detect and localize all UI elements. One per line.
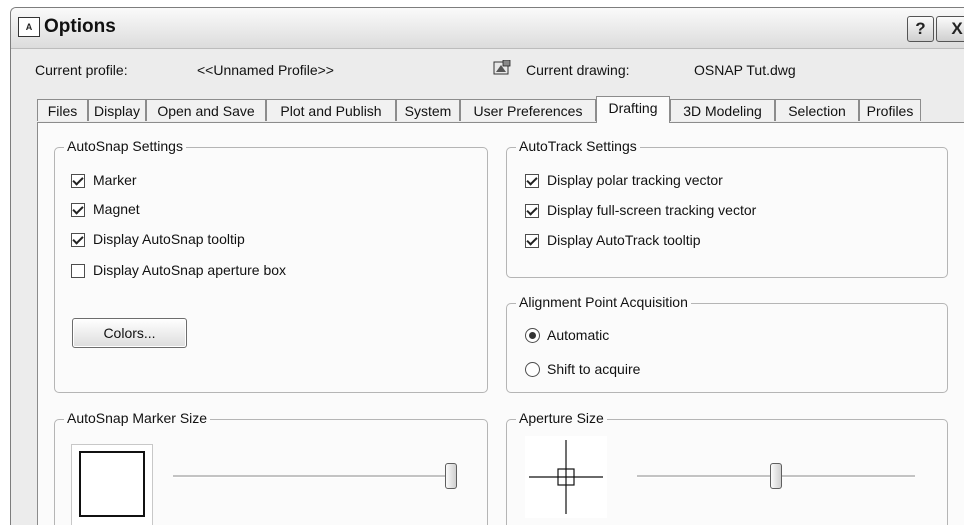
autosnap-tooltip-label: Display AutoSnap tooltip	[93, 231, 245, 247]
aperture-box-checkbox[interactable]	[71, 264, 85, 278]
shift-to-acquire-radio[interactable]	[525, 362, 540, 377]
close-button[interactable]: X	[936, 16, 964, 42]
autosnap-tooltip-checkbox[interactable]	[71, 233, 85, 247]
marker-square-icon	[79, 451, 145, 517]
autotrack-tooltip-label: Display AutoTrack tooltip	[547, 232, 701, 248]
shift-to-acquire-label: Shift to acquire	[547, 361, 641, 377]
autotrack-settings-group: AutoTrack Settings Display polar trackin…	[506, 138, 948, 278]
aperture-size-group: Aperture Size	[506, 410, 948, 525]
alignment-acquisition-group: Alignment Point Acquisition Automatic Sh…	[506, 294, 948, 393]
drawing-file-icon	[493, 60, 511, 75]
autocad-app-icon: A	[18, 17, 40, 37]
marker-size-slider-track[interactable]	[173, 475, 457, 478]
aperture-crosshair-icon	[525, 436, 607, 518]
tab-user-preferences[interactable]: User Preferences	[460, 99, 596, 121]
polar-tracking-label: Display polar tracking vector	[547, 172, 723, 188]
tab-system[interactable]: System	[396, 99, 460, 121]
marker-size-group: AutoSnap Marker Size	[54, 410, 488, 525]
autosnap-settings-title: AutoSnap Settings	[64, 138, 186, 154]
current-profile-value: <<Unnamed Profile>>	[197, 62, 334, 78]
tab-plot-and-publish[interactable]: Plot and Publish	[266, 99, 396, 121]
automatic-label: Automatic	[547, 327, 610, 343]
marker-size-title: AutoSnap Marker Size	[64, 410, 211, 426]
tab-profiles[interactable]: Profiles	[859, 99, 921, 121]
tab-files[interactable]: Files	[37, 99, 88, 121]
automatic-radio[interactable]	[525, 328, 540, 343]
marker-size-preview	[71, 444, 153, 525]
marker-size-slider-thumb[interactable]	[445, 463, 457, 489]
tab-drafting[interactable]: Drafting	[596, 96, 670, 123]
aperture-size-title: Aperture Size	[516, 410, 607, 426]
alignment-acquisition-title: Alignment Point Acquisition	[516, 294, 691, 310]
current-drawing-value: OSNAP Tut.dwg	[694, 62, 796, 78]
autotrack-tooltip-checkbox[interactable]	[525, 234, 539, 248]
autotrack-settings-title: AutoTrack Settings	[516, 138, 640, 154]
current-drawing-label: Current drawing:	[526, 62, 630, 78]
fullscreen-tracking-checkbox[interactable]	[525, 204, 539, 218]
marker-label: Marker	[93, 172, 137, 188]
magnet-checkbox[interactable]	[71, 203, 85, 217]
window-title: Options	[44, 16, 116, 37]
tab-3d-modeling[interactable]: 3D Modeling	[670, 99, 775, 121]
fullscreen-tracking-label: Display full-screen tracking vector	[547, 202, 757, 218]
help-button[interactable]: ?	[907, 16, 934, 42]
tab-display[interactable]: Display	[88, 99, 146, 121]
tab-open-and-save[interactable]: Open and Save	[146, 99, 266, 121]
options-dialog: A Options ? X Current profile: <<Unnamed…	[10, 7, 964, 525]
polar-tracking-checkbox[interactable]	[525, 174, 539, 188]
autosnap-settings-group: AutoSnap Settings Marker Magnet Display …	[54, 138, 488, 393]
title-bar[interactable]: A Options ? X	[11, 8, 964, 49]
colors-button[interactable]: Colors...	[72, 318, 187, 348]
aperture-box-label: Display AutoSnap aperture box	[93, 262, 287, 278]
marker-checkbox[interactable]	[71, 174, 85, 188]
drafting-tab-page: AutoSnap Settings Marker Magnet Display …	[37, 122, 964, 525]
magnet-label: Magnet	[93, 201, 140, 217]
aperture-size-slider-thumb[interactable]	[770, 463, 782, 489]
current-profile-label: Current profile:	[35, 62, 128, 78]
tab-selection[interactable]: Selection	[775, 99, 859, 121]
